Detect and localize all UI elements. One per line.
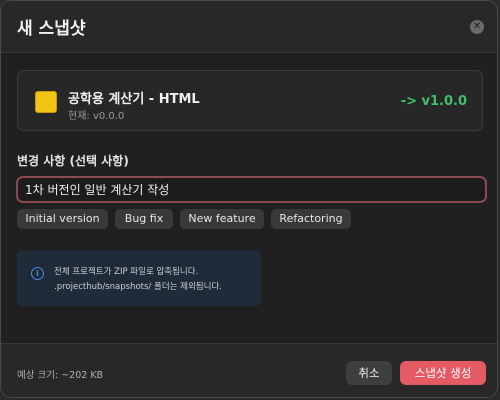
change-message-input[interactable] bbox=[16, 176, 487, 203]
size-estimate: 예상 크기: ~202 KB bbox=[17, 370, 104, 381]
dialog-header: 새 스냅샷 ✕ bbox=[1, 1, 497, 53]
changes-label: 변경 사항 (선택 사항) bbox=[17, 154, 129, 168]
project-name: 공학용 계산기 - HTML bbox=[68, 92, 200, 107]
chip-refactoring[interactable]: Refactoring bbox=[271, 209, 351, 229]
dialog-title: 새 스냅샷 bbox=[17, 19, 86, 39]
cancel-button[interactable]: 취소 bbox=[346, 361, 392, 385]
close-icon[interactable]: ✕ bbox=[470, 20, 484, 34]
info-box: i 전체 프로젝트가 ZIP 파일로 압축됩니다. .projecthub/sn… bbox=[17, 250, 261, 306]
dialog-footer: 예상 크기: ~202 KB 취소 스냅샷 생성 bbox=[1, 343, 497, 397]
chip-bug-fix[interactable]: Bug fix bbox=[115, 209, 173, 229]
info-icon: i bbox=[31, 267, 44, 280]
chip-new-feature[interactable]: New feature bbox=[180, 209, 264, 229]
folder-icon bbox=[35, 91, 57, 113]
current-version: 현재: v0.0.0 bbox=[68, 111, 125, 122]
info-line-1: 전체 프로젝트가 ZIP 파일로 압축됩니다. bbox=[54, 267, 199, 277]
chip-initial-version[interactable]: Initial version bbox=[17, 209, 108, 229]
next-version: -> v1.0.0 bbox=[400, 94, 467, 109]
version-card: 공학용 계산기 - HTML 현재: v0.0.0 -> v1.0.0 bbox=[17, 70, 483, 131]
new-snapshot-dialog: 새 스냅샷 ✕ 공학용 계산기 - HTML 현재: v0.0.0 -> v1.… bbox=[0, 0, 498, 398]
info-line-2: .projecthub/snapshots/ 폴더는 제외됩니다. bbox=[54, 282, 222, 292]
create-snapshot-button[interactable]: 스냅샷 생성 bbox=[400, 361, 486, 385]
